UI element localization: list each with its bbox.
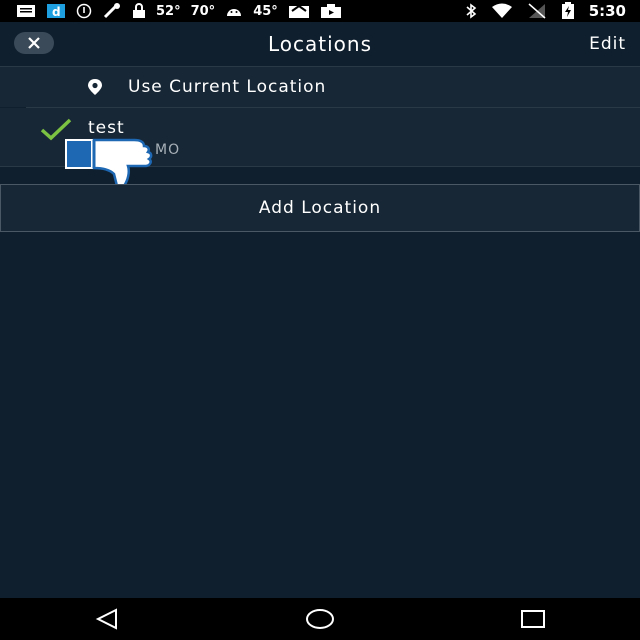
cell-signal-icon [527,0,547,22]
back-triangle-icon [95,608,117,630]
edit-button[interactable]: Edit [589,22,626,66]
use-current-location-label: Use Current Location [128,77,327,97]
location-pin-icon [88,79,102,95]
status-time: 5:30 [588,2,626,20]
inbox-icon [288,0,310,22]
info-circle-icon [76,0,92,22]
bluetooth-icon [465,0,477,22]
home-circle-icon [305,609,334,629]
status-bar-left: d 52° 70° 45° [0,0,342,22]
temperature-1: 52° [156,3,181,19]
status-bar-right: 5:30 [465,0,640,22]
satellite-icon [102,0,122,22]
dashlane-d-icon: d [46,0,66,22]
temperature-2: 70° [190,3,216,19]
location-name: test [88,118,125,138]
use-current-location-row[interactable]: Use Current Location [0,67,640,107]
temperature-3: 45° [253,3,278,19]
battery-charging-icon [561,0,575,22]
wifi-icon [491,0,513,22]
page-title: Locations [267,32,372,56]
recents-button[interactable] [513,604,553,634]
status-bar: d 52° 70° 45° 5:30 [0,0,640,22]
navigation-bar [0,598,640,640]
lock-icon [132,0,146,22]
home-button[interactable] [300,604,340,634]
back-button[interactable] [87,604,127,634]
recents-square-icon [521,610,546,628]
svg-text:d: d [52,5,61,19]
location-region: MO [155,142,181,158]
screen: d 52° 70° 45° 5:30 Locations Edit Use Cu… [0,0,640,640]
add-location-button[interactable]: Add Location [0,184,640,232]
briefcase-play-icon [320,0,342,22]
app-header: Locations Edit [0,22,640,67]
message-icon [16,0,36,22]
android-icon [225,0,243,22]
